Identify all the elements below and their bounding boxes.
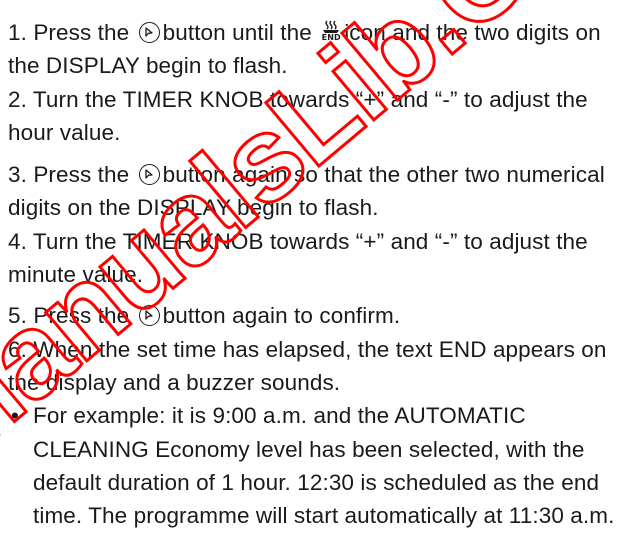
bullet-mark: • bbox=[11, 403, 19, 429]
step-3-text-a: 3. Press the bbox=[8, 162, 130, 188]
step-4: 4. Turn the TIMER KNOB towards “+” and “… bbox=[8, 228, 588, 288]
timer-button-icon bbox=[138, 22, 160, 43]
instruction-document: 1. Press the button until the END icon a… bbox=[8, 16, 628, 532]
end-timer-icon: END bbox=[321, 20, 341, 44]
step-1: 1. Press the button until the END icon a… bbox=[8, 16, 628, 83]
step-5-text-b: button again to confirm. bbox=[162, 303, 401, 329]
example-bullet: • For example: it is 9:00 a.m. and the A… bbox=[8, 399, 628, 532]
step-5-text-a: 5. Press the bbox=[8, 303, 130, 329]
step-1-text-b: button until the bbox=[162, 20, 312, 45]
step-3: 3. Press the button again so that the ot… bbox=[8, 158, 628, 225]
timer-button-icon bbox=[138, 305, 160, 327]
end-icon-label: END bbox=[321, 33, 341, 42]
step-2: 2. Turn the TIMER KNOB towards “+” and “… bbox=[8, 86, 588, 145]
step-6: 6. When the set time has elapsed, the te… bbox=[8, 336, 607, 395]
step-1-text-a: 1. Press the bbox=[8, 20, 130, 45]
step-5: 5. Press the button again to confirm. bbox=[8, 299, 628, 332]
timer-button-icon bbox=[138, 164, 160, 186]
example-text: For example: it is 9:00 a.m. and the AUT… bbox=[33, 403, 615, 529]
